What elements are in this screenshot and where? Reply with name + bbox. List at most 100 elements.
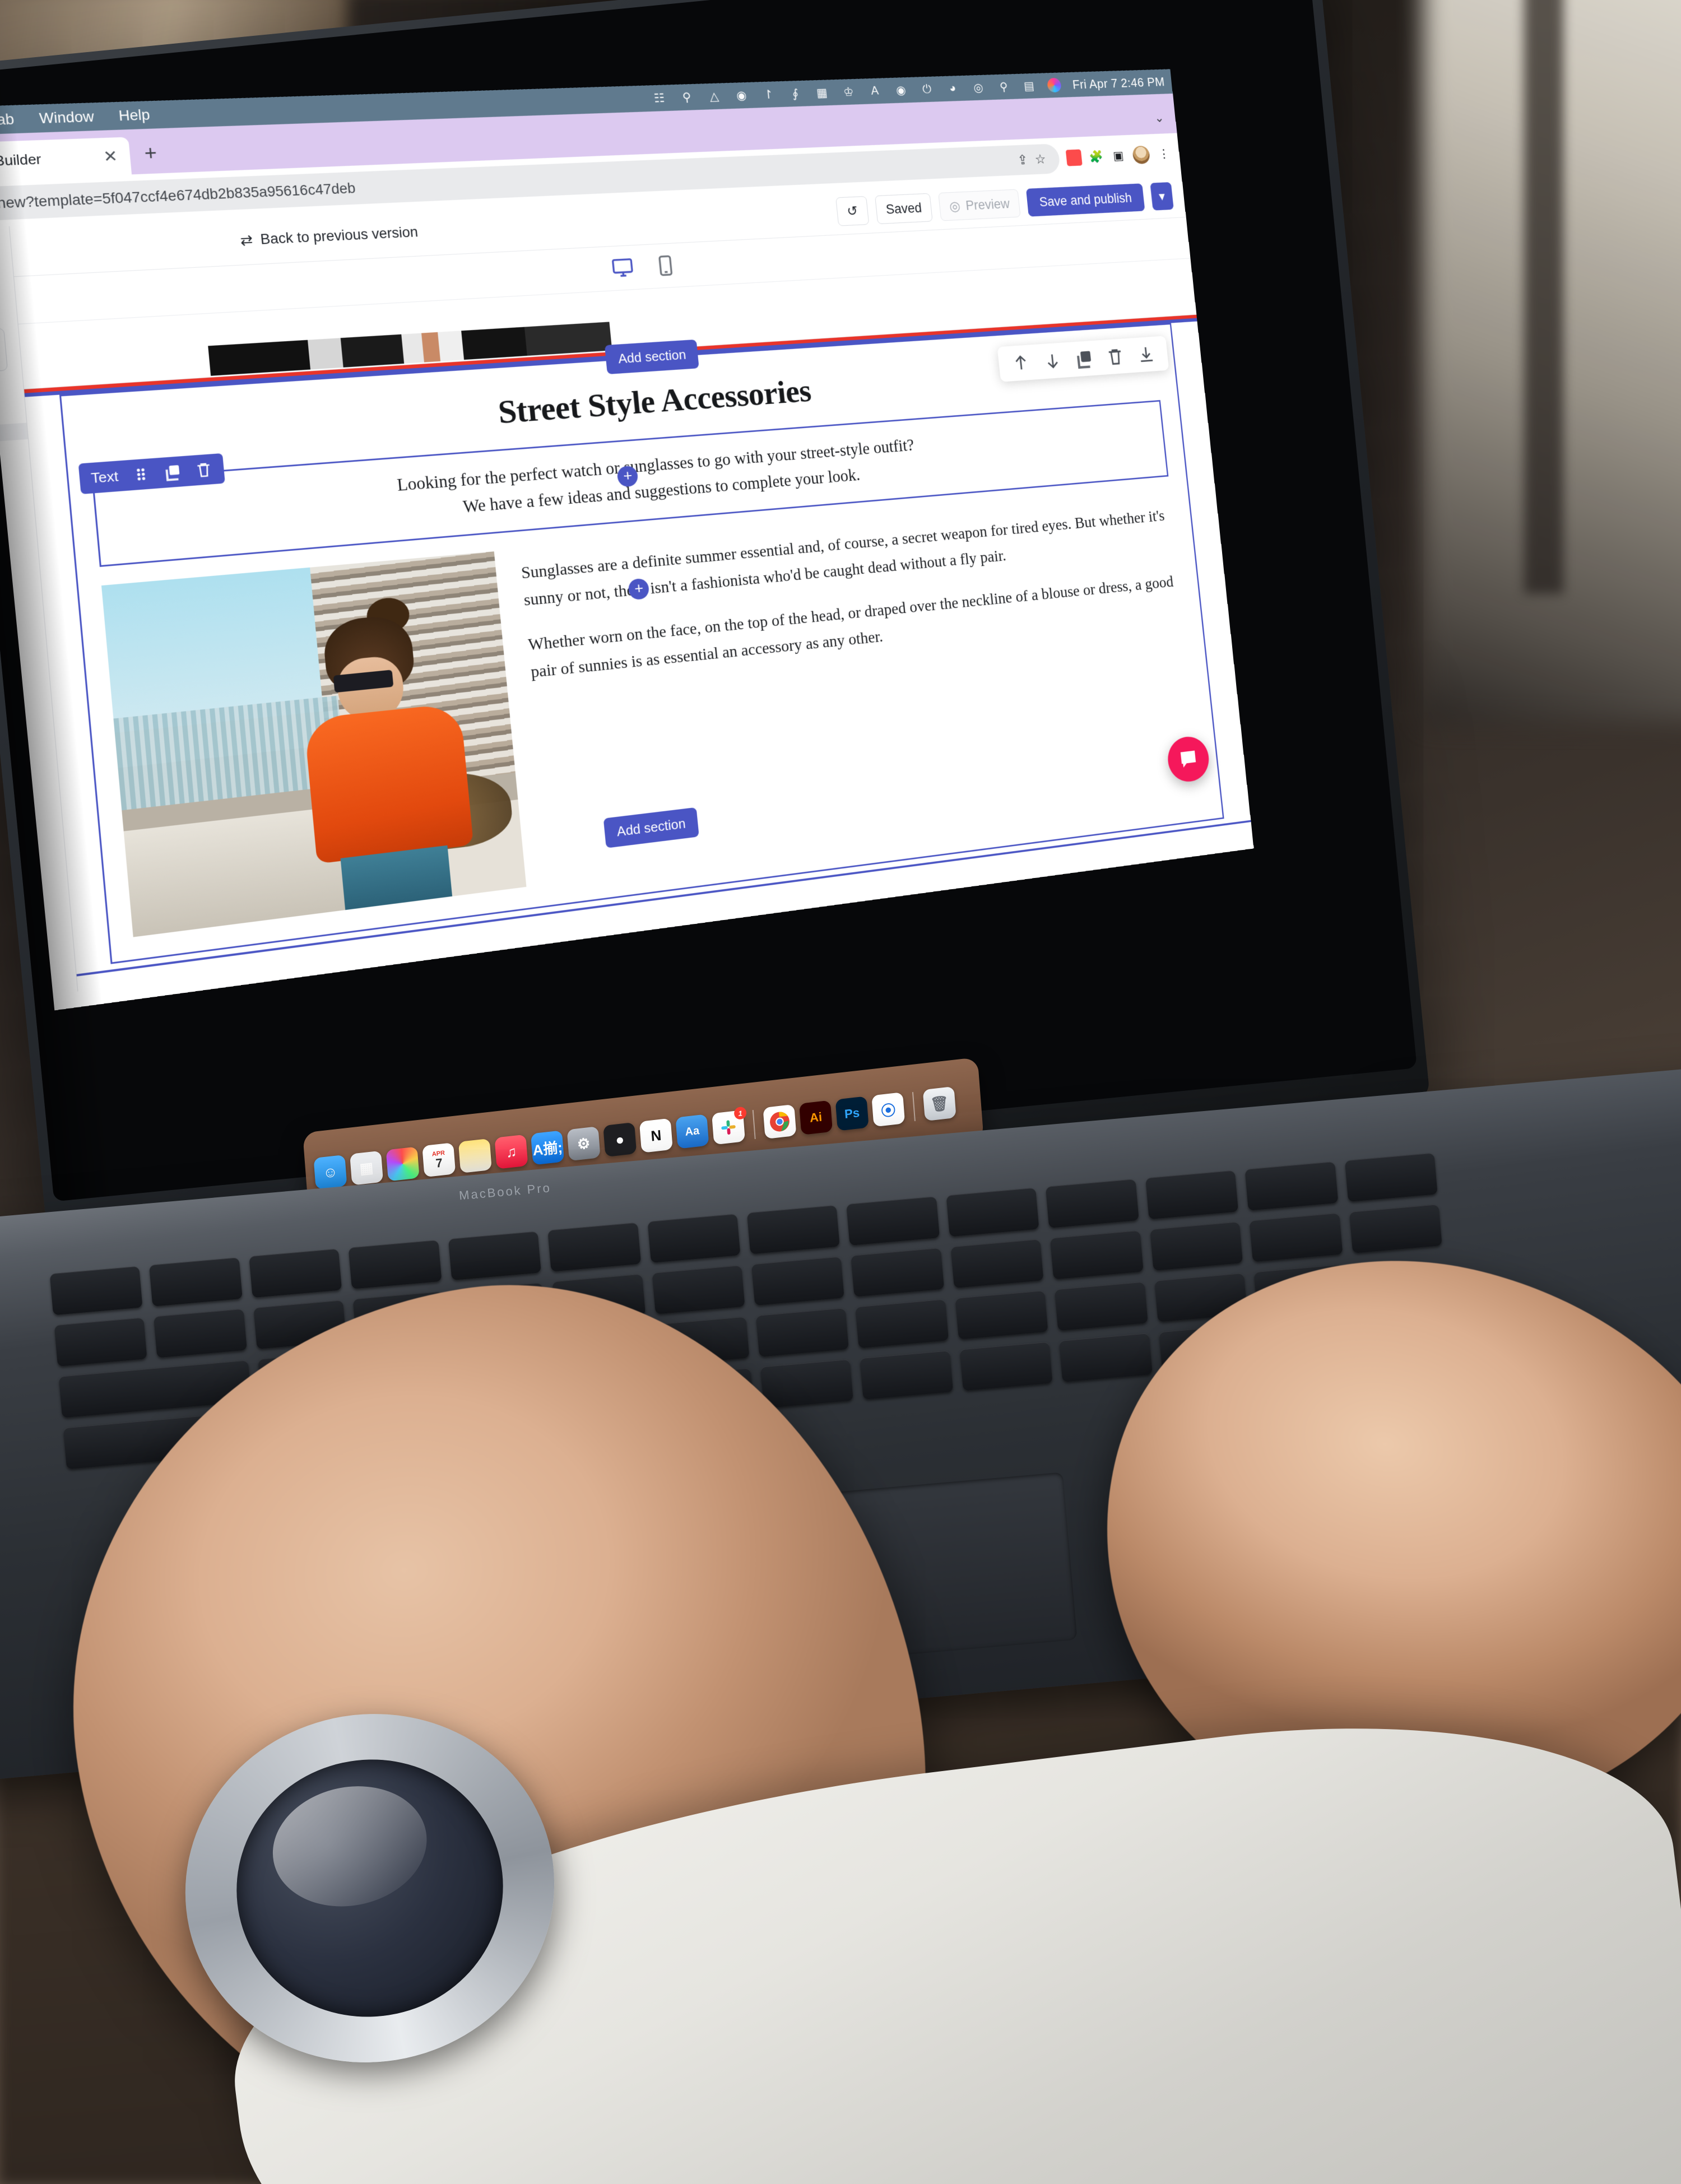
dock-item-photoshop[interactable]: Ps xyxy=(835,1096,869,1131)
key[interactable] xyxy=(851,1247,944,1297)
dock-item-notes[interactable] xyxy=(458,1138,492,1173)
preview-button[interactable]: ◎ Preview xyxy=(938,189,1021,221)
section-content[interactable]: Street Style Accessories + Text Looking … xyxy=(59,323,1224,964)
key[interactable] xyxy=(751,1256,845,1306)
drag-handle-icon[interactable] xyxy=(131,465,151,484)
chevron-down-icon[interactable]: ⌄ xyxy=(1154,110,1177,134)
siri-icon[interactable] xyxy=(1047,77,1062,93)
grid-icon[interactable]: ▦ xyxy=(814,85,830,100)
editable-section[interactable]: Add section Street Style Accessories + T… xyxy=(25,322,1251,974)
add-section-button-top[interactable]: Add section xyxy=(605,339,699,375)
key[interactable] xyxy=(946,1187,1039,1237)
dock-item-chrome[interactable] xyxy=(763,1104,797,1140)
key[interactable] xyxy=(855,1299,949,1349)
control-center-icon[interactable]: ◎ xyxy=(970,80,986,95)
dock-item-slack[interactable]: 1 xyxy=(712,1106,747,1145)
dock-item-launchpad[interactable]: ▦ xyxy=(350,1150,384,1186)
wifi-icon[interactable]: ◕ xyxy=(945,81,960,96)
key[interactable] xyxy=(950,1239,1044,1289)
key[interactable] xyxy=(348,1240,442,1289)
dock-item-trash[interactable]: 🗑 xyxy=(922,1086,956,1122)
key[interactable] xyxy=(760,1359,854,1409)
street-style-photo[interactable] xyxy=(101,551,527,937)
menu-window[interactable]: Window xyxy=(39,108,95,127)
sidepanel-icon[interactable]: ▣ xyxy=(1110,147,1127,164)
dock-item-illustrator[interactable]: Ai xyxy=(799,1100,833,1135)
smartphone-icon[interactable] xyxy=(653,253,678,278)
key[interactable] xyxy=(1055,1281,1148,1331)
key[interactable] xyxy=(755,1308,849,1357)
dock-item-app-store[interactable]: A揃; xyxy=(531,1130,565,1165)
duplicate-icon[interactable] xyxy=(1074,348,1094,369)
key[interactable] xyxy=(54,1317,147,1367)
puzzle-extensions-icon[interactable]: 🧩 xyxy=(1088,148,1104,165)
menu-help[interactable]: Help xyxy=(118,106,151,124)
close-icon[interactable]: ✕ xyxy=(103,147,118,166)
menubar-clock[interactable]: Fri Apr 7 2:46 PM xyxy=(1072,75,1165,92)
profile-avatar-icon[interactable] xyxy=(1132,145,1151,165)
key[interactable] xyxy=(746,1205,840,1254)
key[interactable] xyxy=(1050,1230,1144,1280)
red-extension-icon[interactable] xyxy=(1065,149,1083,166)
key[interactable] xyxy=(249,1248,342,1298)
monitor-icon[interactable] xyxy=(610,255,635,280)
menu-tab[interactable]: Tab xyxy=(0,111,15,128)
publish-dropdown-button[interactable]: ▾ xyxy=(1150,182,1174,211)
star-bookmark-icon[interactable]: ☆ xyxy=(1034,151,1047,166)
dock-item-onepassword[interactable]: ⦿ xyxy=(871,1092,905,1127)
saved-status-button[interactable]: Saved xyxy=(874,193,933,225)
dock-item-music[interactable]: ♫ xyxy=(494,1134,528,1169)
key[interactable] xyxy=(1059,1333,1153,1382)
delete-icon[interactable] xyxy=(194,461,213,479)
key[interactable] xyxy=(959,1341,1053,1391)
sidebar-link[interactable]: ces. xyxy=(0,508,22,538)
save-and-publish-button[interactable]: Save and publish xyxy=(1025,183,1145,217)
dock-item-finder[interactable]: ☺ xyxy=(313,1154,347,1189)
airdrop-icon[interactable]: ◉ xyxy=(893,83,909,98)
dock-item-photos[interactable] xyxy=(386,1146,420,1182)
key[interactable] xyxy=(652,1265,745,1314)
spotlight-search-icon[interactable]: ⚲ xyxy=(996,80,1011,95)
share-icon[interactable]: ⇪ xyxy=(1016,152,1028,168)
key[interactable] xyxy=(49,1266,143,1316)
key[interactable] xyxy=(1149,1221,1243,1271)
dock-item-system-preferences[interactable]: ⚙ xyxy=(566,1126,601,1161)
bee-icon[interactable]: ♔ xyxy=(840,85,856,100)
drive-icon[interactable]: △ xyxy=(706,89,722,104)
creative-cloud-icon[interactable]: ∮ xyxy=(787,86,803,101)
dock-item-calendar[interactable]: APR 7 xyxy=(422,1142,456,1178)
key[interactable] xyxy=(448,1231,541,1281)
text-a-icon[interactable]: A xyxy=(867,83,883,99)
battery-charging-icon[interactable]: ⏻ xyxy=(919,82,934,97)
description-input[interactable] xyxy=(0,328,8,380)
move-down-icon[interactable] xyxy=(1043,351,1063,371)
duplicate-icon[interactable] xyxy=(162,463,182,481)
download-icon[interactable] xyxy=(1136,344,1156,364)
body-text-column[interactable]: Sunglasses are a definite summer essenti… xyxy=(519,493,1185,704)
dock-item-dictionary[interactable]: Aa xyxy=(675,1114,709,1149)
key[interactable] xyxy=(1145,1170,1239,1220)
key[interactable] xyxy=(1046,1179,1139,1228)
dock-item-notion[interactable]: N xyxy=(639,1118,673,1153)
key[interactable] xyxy=(1245,1161,1338,1211)
key[interactable] xyxy=(860,1350,953,1400)
key[interactable] xyxy=(647,1214,741,1263)
key[interactable] xyxy=(1349,1204,1442,1253)
kanban-icon[interactable]: ☷ xyxy=(651,90,667,106)
key[interactable] xyxy=(1344,1153,1438,1202)
key[interactable] xyxy=(149,1257,243,1307)
plus-icon[interactable]: + xyxy=(129,141,173,174)
delete-icon[interactable] xyxy=(1106,346,1125,366)
move-up-icon[interactable] xyxy=(1011,352,1031,373)
key[interactable] xyxy=(846,1196,940,1246)
key[interactable] xyxy=(1249,1212,1343,1262)
display-icon[interactable]: ▤ xyxy=(1021,78,1037,93)
back-to-previous-version-button[interactable]: ⇄ Back to previous version xyxy=(26,224,419,259)
search-circle-icon[interactable]: ⚲ xyxy=(679,90,695,105)
key[interactable] xyxy=(154,1308,247,1358)
headphones-icon[interactable]: ↾ xyxy=(760,87,776,102)
record-icon[interactable]: ◉ xyxy=(733,88,750,103)
key[interactable] xyxy=(547,1222,641,1272)
key[interactable] xyxy=(955,1290,1048,1340)
dock-item-figma[interactable]: ● xyxy=(603,1122,637,1158)
